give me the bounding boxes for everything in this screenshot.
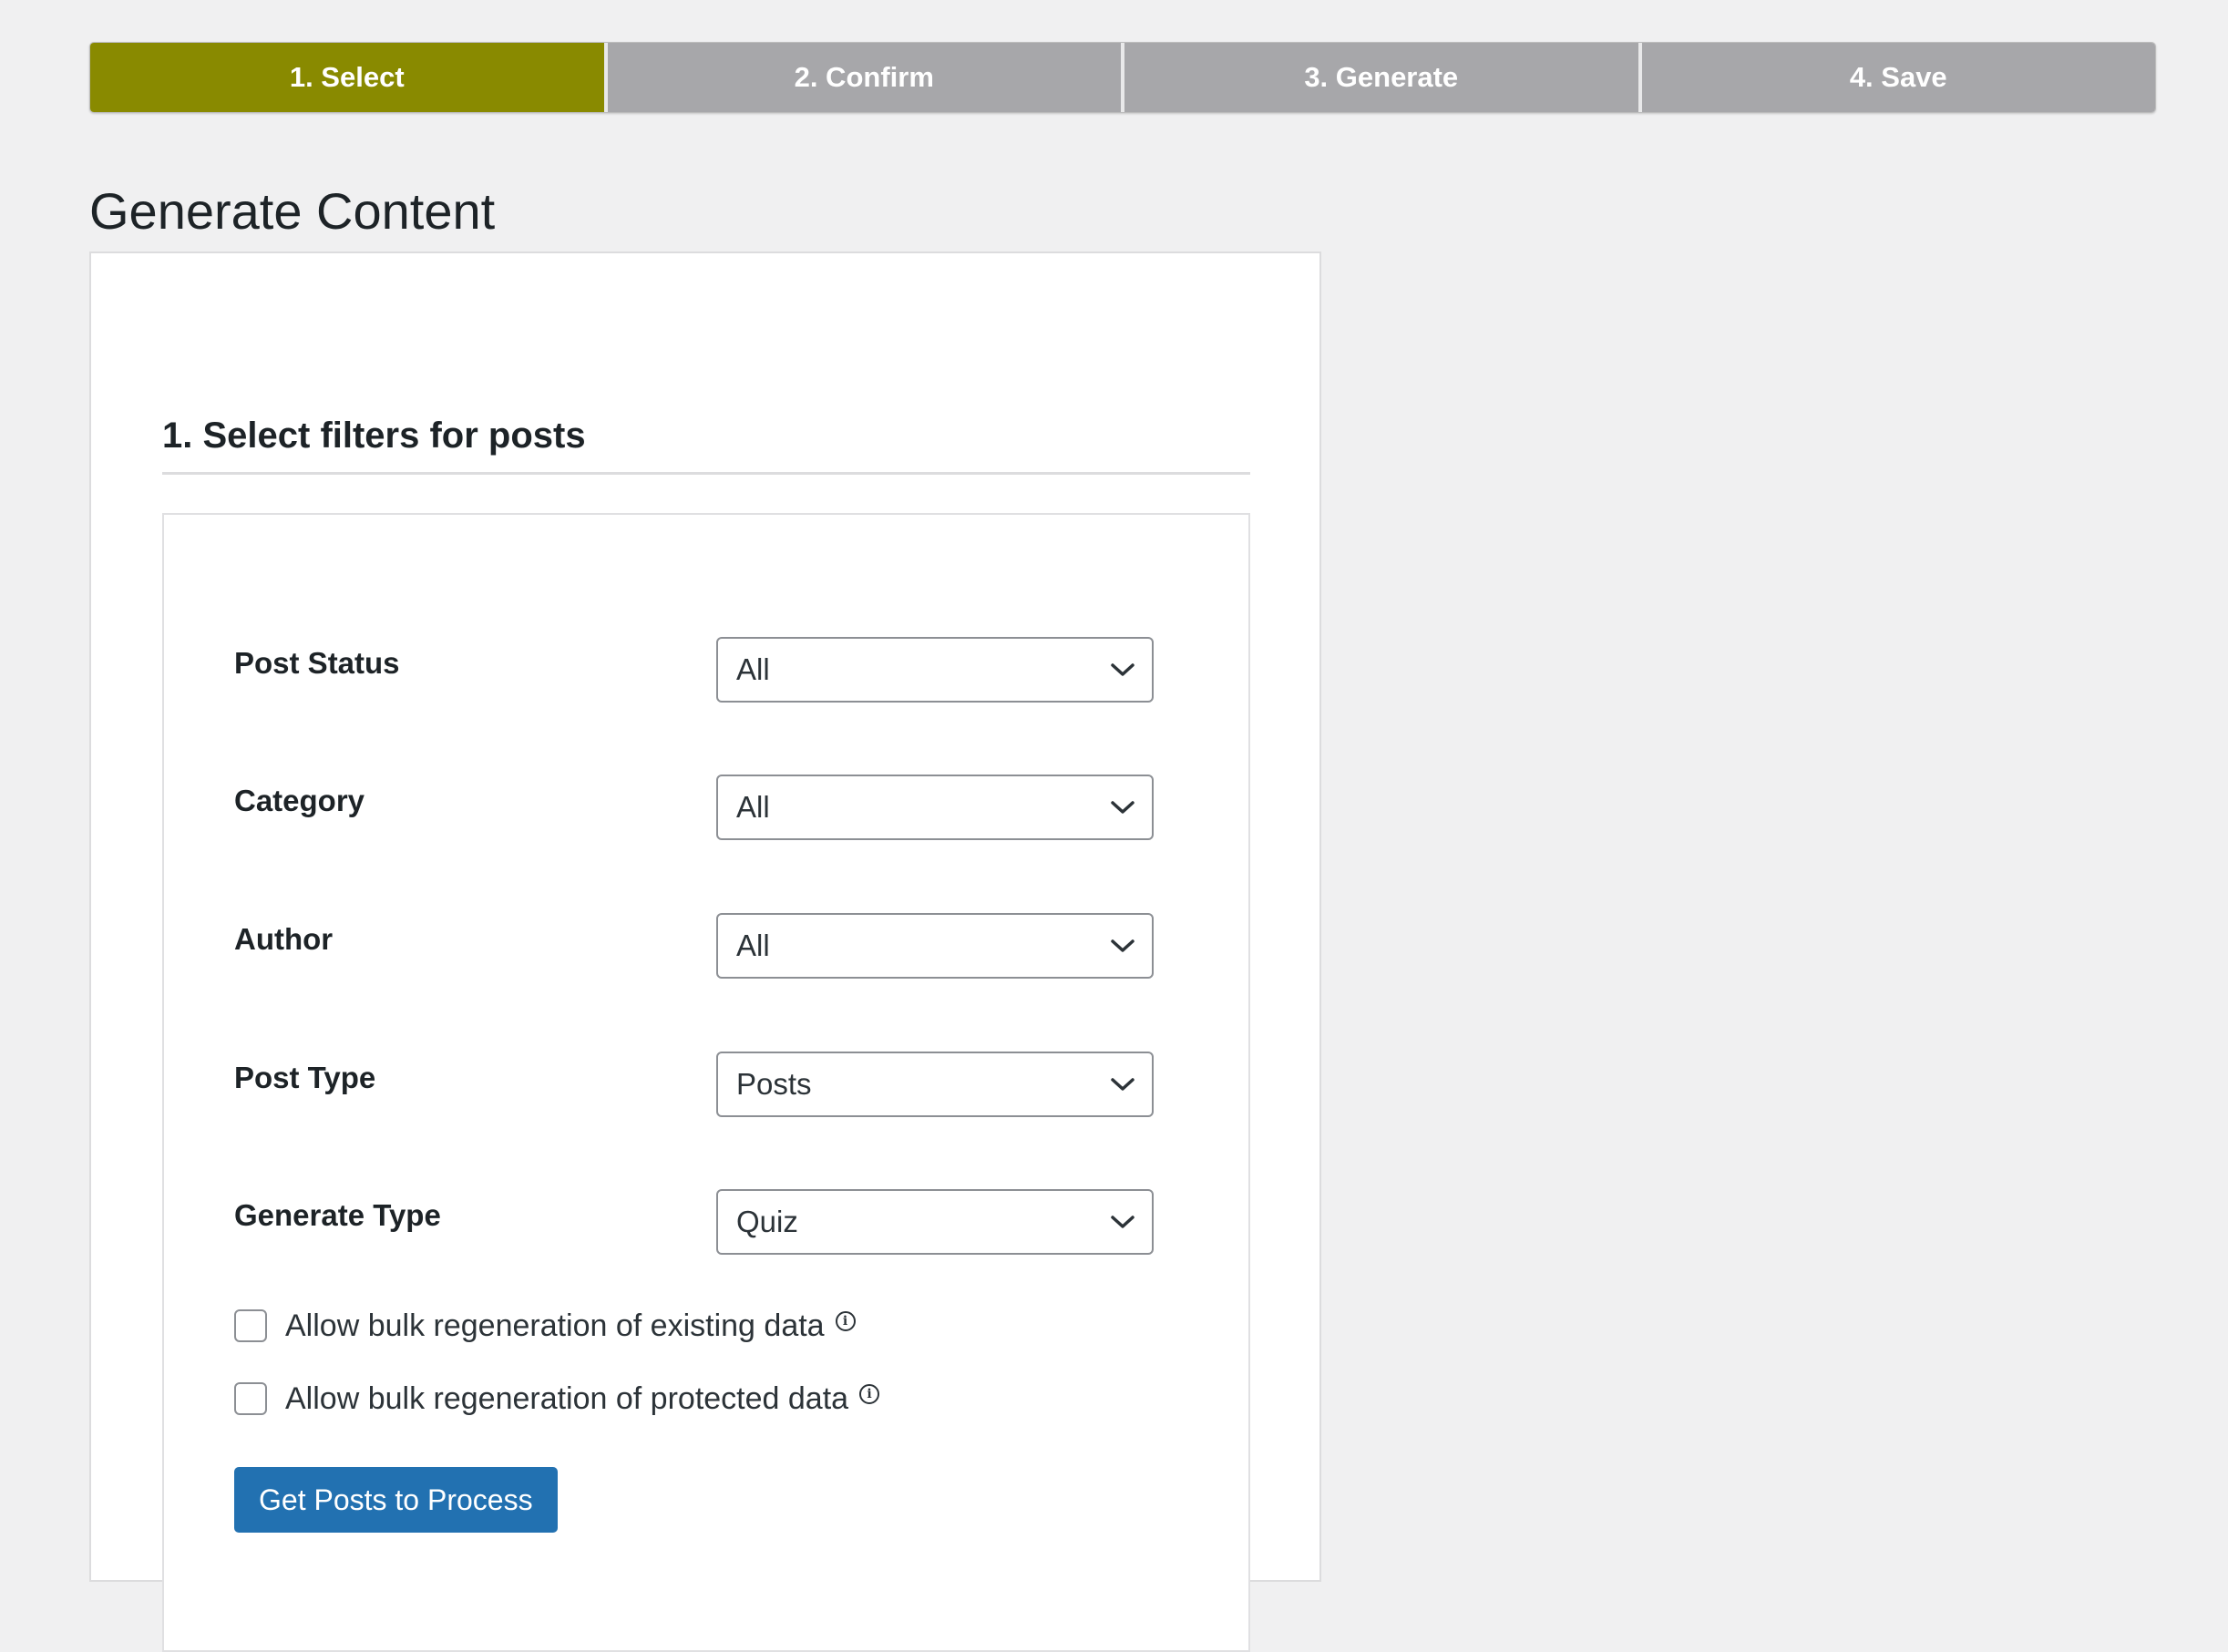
section-divider [162, 472, 1250, 475]
post-type-label: Post Type [234, 1061, 376, 1094]
filters-panel: Post Status All Category All Author All [162, 513, 1250, 1652]
info-icon[interactable]: i [835, 1311, 856, 1331]
progress-stepper: 1. Select 2. Confirm 3. Generate 4. Save [89, 42, 2156, 113]
chevron-down-icon [1111, 801, 1135, 814]
get-posts-button[interactable]: Get Posts to Process [234, 1467, 558, 1533]
info-icon[interactable]: i [859, 1384, 880, 1404]
filter-row-post-type: Post Type Posts [164, 1052, 1248, 1119]
regenerate-protected-label[interactable]: Allow bulk regeneration of protected dat… [285, 1381, 848, 1417]
category-value: All [736, 790, 770, 824]
post-type-value: Posts [736, 1067, 812, 1101]
step-confirm: 2. Confirm [603, 43, 1121, 112]
filter-row-generate-type: Generate Type Quiz [164, 1189, 1248, 1257]
generate-type-select[interactable]: Quiz [716, 1189, 1154, 1255]
post-status-select[interactable]: All [716, 637, 1154, 703]
step-save: 4. Save [1638, 43, 2155, 112]
checkbox-row-protected-data: Allow bulk regeneration of protected dat… [234, 1379, 880, 1419]
generate-type-value: Quiz [736, 1205, 798, 1238]
section-title: 1. Select filters for posts [162, 416, 586, 456]
chevron-down-icon [1111, 1078, 1135, 1091]
filter-row-author: Author All [164, 913, 1248, 980]
category-label: Category [234, 784, 365, 817]
post-status-value: All [736, 652, 770, 686]
category-select[interactable]: All [716, 775, 1154, 840]
author-value: All [736, 929, 770, 962]
regenerate-existing-label[interactable]: Allow bulk regeneration of existing data [285, 1308, 825, 1344]
step-select: 1. Select [90, 43, 604, 112]
page-title: Generate Content [89, 182, 496, 240]
chevron-down-icon [1111, 939, 1135, 952]
author-label: Author [234, 922, 334, 956]
filter-row-category: Category All [164, 775, 1248, 842]
step-generate: 3. Generate [1121, 43, 1638, 112]
filter-row-post-status: Post Status All [164, 637, 1248, 704]
checkbox-row-existing-data: Allow bulk regeneration of existing data… [234, 1306, 856, 1346]
author-select[interactable]: All [716, 913, 1154, 979]
regenerate-protected-checkbox[interactable] [234, 1382, 267, 1415]
post-status-label: Post Status [234, 646, 400, 680]
content-card: 1. Select filters for posts Post Status … [89, 251, 1321, 1652]
chevron-down-icon [1111, 663, 1135, 676]
post-type-select[interactable]: Posts [716, 1052, 1154, 1117]
regenerate-existing-checkbox[interactable] [234, 1309, 267, 1342]
chevron-down-icon [1111, 1216, 1135, 1228]
generate-type-label: Generate Type [234, 1198, 441, 1232]
